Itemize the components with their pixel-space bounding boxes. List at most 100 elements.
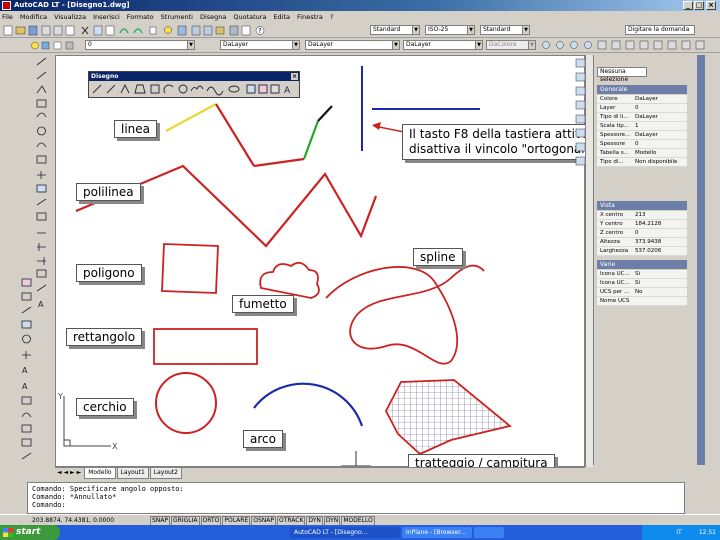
command-history-line: Comando: Specificare angolo opposto: — [32, 485, 184, 493]
clock: 12.51 — [698, 529, 716, 536]
command-prompt[interactable]: Comando: — [32, 501, 680, 509]
minimize-button[interactable]: _ — [683, 1, 693, 10]
taskbar-item[interactable] — [474, 527, 504, 538]
dim-style-dropdown[interactable]: ISO-25 ▼ — [425, 25, 475, 35]
language-indicator[interactable]: IT — [676, 529, 681, 536]
polygon-tool-icon — [134, 84, 146, 94]
table-style-dropdown[interactable]: Standard ▼ — [480, 25, 530, 35]
property-row[interactable]: Spessore... DaLayer — [597, 131, 687, 140]
property-row[interactable]: Nome UCS — [597, 297, 687, 306]
window-title-bar: AutoCAD LT - [Disegno1.dwg] _ □ × — [0, 0, 720, 11]
autocad-app-icon[interactable] — [2, 1, 11, 10]
drawing-canvas[interactable]: Y X — [55, 55, 585, 467]
label-polilinea: polilinea — [76, 183, 141, 201]
chevron-down-icon: ▼ — [187, 41, 194, 49]
menu-file[interactable]: File — [0, 13, 13, 21]
menu-dimension[interactable]: Quotatura — [233, 13, 266, 21]
arc-tool-icon — [163, 84, 174, 94]
selection-dropdown[interactable]: Nessuna selezione — [597, 67, 647, 83]
standard-toolbar-icons[interactable]: ? — [2, 25, 332, 36]
property-row[interactable]: Larghezza 537.0206 — [597, 247, 687, 256]
tab-layout2[interactable]: Layout2 — [149, 468, 182, 479]
property-row[interactable]: Spessore 0 — [597, 140, 687, 149]
vertical-scrollbar[interactable] — [585, 55, 593, 467]
chevron-down-icon: ▼ — [392, 41, 399, 49]
spline-tool-icon — [206, 86, 224, 96]
line-tool-icon — [92, 84, 102, 94]
construction-line-icon — [106, 84, 116, 94]
menu-format[interactable]: Formato — [127, 13, 154, 21]
text-style-dropdown[interactable]: Standard ▼ — [370, 25, 420, 35]
property-row[interactable]: Scala tip... 1 — [597, 122, 687, 131]
label-cerchio: cerchio — [76, 398, 134, 416]
label-spline: spline — [413, 248, 463, 266]
color-dropdown[interactable]: DaLayer ▼ — [220, 40, 300, 50]
ucs-x-label: X — [112, 442, 118, 451]
polyline-tool-icon — [120, 83, 130, 94]
chevron-down-icon: ▼ — [522, 26, 529, 34]
disegno-toolbar-header[interactable]: Disegno × — [89, 72, 299, 81]
property-row[interactable]: Z centro 0 — [597, 229, 687, 238]
properties-palette: Nessuna selezione Generale Colore DaLayer… — [593, 55, 697, 465]
disegno-toolbar-icons[interactable]: A — [89, 81, 299, 97]
ucs-y-label: Y — [58, 392, 63, 401]
property-row[interactable]: Icona UC... Sì — [597, 279, 687, 288]
menu-modify[interactable]: Edita — [273, 13, 290, 21]
tab-modello[interactable]: Modello — [84, 468, 116, 479]
make-block-icon — [258, 84, 268, 94]
section-vista[interactable]: Vista — [597, 201, 687, 210]
maximize-button[interactable]: □ — [694, 1, 704, 10]
property-row[interactable]: Altezza 373.9438 — [597, 238, 687, 247]
standard-toolbar: ? Standard ▼ ISO-25 ▼ Standard ▼ Digitare l… — [0, 23, 720, 38]
arc-shape — [253, 382, 364, 427]
start-button[interactable]: start — [0, 525, 60, 540]
modify-toolbar-vertical[interactable]: AA — [20, 275, 34, 465]
property-row[interactable]: Icona UC... Sì — [597, 270, 687, 279]
property-row[interactable]: Y centro 184.2128 — [597, 220, 687, 229]
hatch-tool-icon — [270, 84, 280, 94]
help-search-input[interactable]: Digitare la domanda — [625, 25, 695, 35]
tab-layout1[interactable]: Layout1 — [116, 468, 149, 479]
close-icon[interactable]: × — [291, 73, 298, 80]
menu-draw[interactable]: Disegna — [200, 13, 226, 21]
windows-taskbar: start AutoCAD LT - [Disegno... InPlane -… — [0, 525, 720, 540]
menu-view[interactable]: Visualizza — [54, 13, 86, 21]
draw-toolbar-vertical[interactable]: A — [34, 55, 50, 465]
close-button[interactable]: × — [706, 1, 716, 10]
property-row[interactable]: Tabella s... Modello — [597, 149, 687, 158]
taskbar-item-browser[interactable]: InPlane - [Browser... — [402, 527, 472, 538]
property-row[interactable]: Colore DaLayer — [597, 95, 687, 104]
property-row[interactable]: X centro 213 — [597, 211, 687, 220]
menu-insert[interactable]: Inserisci — [93, 13, 120, 21]
property-row[interactable]: Layer 0 — [597, 104, 687, 113]
command-line[interactable]: Comando: Specificare angolo opposto: Com… — [27, 482, 685, 514]
layout-tabs: ◄ ◄ ► ► Modello Layout1 Layout2 — [55, 467, 585, 479]
section-generale[interactable]: Generale — [597, 85, 687, 94]
chevron-down-icon: ▼ — [412, 26, 419, 34]
zoom-pan-icons[interactable] — [540, 40, 720, 51]
section-varie[interactable]: Varie — [597, 260, 687, 269]
property-row[interactable]: Tipo di... Non disponibile — [597, 158, 687, 167]
disegno-toolbar-title: Disegno — [91, 73, 119, 80]
menu-tools[interactable]: Strumenti — [161, 13, 193, 21]
property-row[interactable]: UCS per ... No — [597, 288, 687, 297]
label-rettangolo: rettangolo — [66, 328, 143, 346]
svg-text:?: ? — [258, 27, 262, 35]
layer-state-icons[interactable] — [30, 40, 90, 51]
ellipse-tool-icon — [228, 85, 240, 93]
layer-dropdown[interactable]: 0 ▼ — [85, 40, 195, 50]
tab-nav-arrows[interactable]: ◄ ◄ ► ► — [55, 468, 83, 478]
taskbar-item-autocad[interactable]: AutoCAD LT - [Disegno... — [290, 527, 400, 538]
svg-text:A: A — [22, 366, 28, 375]
menu-window[interactable]: Finestra — [297, 13, 323, 21]
menu-bar: File Modifica Visualizza Inserisci Formato St… — [0, 11, 720, 23]
disegno-floating-toolbar[interactable]: Disegno × A — [88, 71, 300, 98]
menu-edit[interactable]: Modifica — [20, 13, 47, 21]
property-row[interactable]: Tipo di li... DaLayer — [597, 113, 687, 122]
chevron-down-icon: ▼ — [467, 26, 474, 34]
menu-help[interactable]: ? — [330, 13, 333, 21]
properties-palette-titlebar[interactable] — [697, 55, 705, 465]
lineweight-dropdown[interactable]: DaLayer ▼ — [403, 40, 483, 50]
linetype-dropdown[interactable]: DaLayer ▼ — [305, 40, 400, 50]
text-tool-icon: A — [284, 86, 291, 96]
